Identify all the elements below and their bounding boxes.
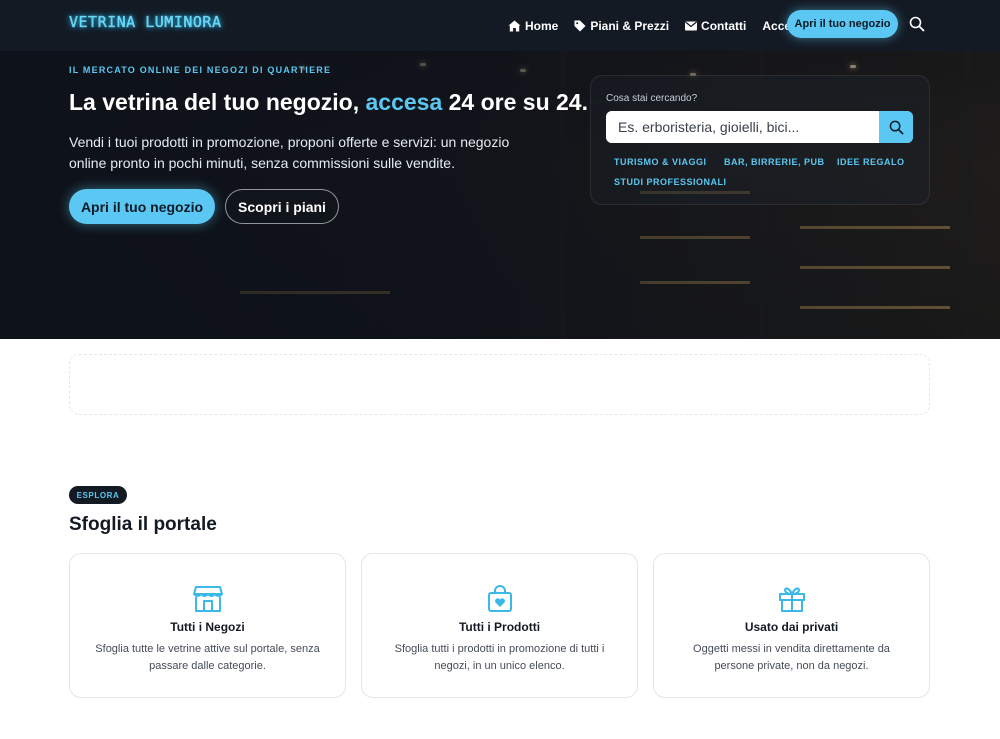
site-logo[interactable]: VETRINA LUMINORA: [69, 13, 222, 31]
nav-item-label: Home: [525, 18, 559, 33]
hero-title-accent: accesa: [365, 89, 443, 115]
chip-bar[interactable]: BAR, BIRRERIE, PUB: [724, 157, 825, 167]
card-title: Tutti i Prodotti: [458, 620, 541, 634]
nav-item-pricing[interactable]: Piani & Prezzi: [574, 19, 669, 33]
shopping-bag-heart-icon: [487, 585, 513, 618]
nav-item-label: Contatti: [701, 18, 747, 33]
card-description: Sfoglia tutti i prodotti in promozione d…: [394, 643, 605, 672]
hero-search-input[interactable]: [606, 111, 879, 143]
tag-icon: [574, 20, 586, 31]
card-all-shops[interactable]: Tutti i Negozi Sfoglia tutte le vetrine …: [69, 553, 346, 698]
search-label: Cosa stai cercando?: [606, 93, 698, 104]
main-nav: Home Piani & Prezzi Contatti Accedi: [508, 0, 818, 51]
card-title: Tutti i Negozi: [170, 620, 245, 634]
chip-studi[interactable]: STUDI PROFESSIONALI: [614, 177, 727, 187]
nav-item-contacts[interactable]: Contatti: [685, 19, 746, 33]
card-all-products[interactable]: Tutti i Prodotti Sfoglia tutti i prodott…: [361, 553, 638, 698]
discover-plans-button[interactable]: Scopri i piani: [225, 189, 339, 224]
hero-search-box: [606, 111, 913, 143]
hero-title: La vetrina del tuo negozio, accesa 24 or…: [69, 89, 588, 116]
hero-title-start: La vetrina del tuo negozio,: [69, 89, 366, 115]
hero-subtitle: Vendi i tuoi prodotti in promozione, pro…: [69, 134, 510, 171]
chip-turismo[interactable]: TURISMO & VIAGGI: [614, 157, 707, 167]
search-icon[interactable]: [909, 16, 925, 37]
card-title: Usato dai privati: [744, 620, 839, 634]
storefront-icon: [192, 585, 223, 618]
open-shop-nav-button[interactable]: Apri il tuo negozio: [787, 10, 898, 38]
card-description: Sfoglia tutte le vetrine attive sul port…: [95, 643, 320, 672]
section-pill: ESPLORA: [69, 486, 127, 504]
nav-item-label: Piani & Prezzi: [590, 18, 670, 33]
top-navbar: VETRINA LUMINORA Home Piani & Prezzi Con…: [0, 0, 1000, 51]
section-title: Sfoglia il portale: [69, 514, 217, 535]
card-description: Oggetti messi in vendita direttamente da…: [693, 643, 890, 672]
ad-placeholder: [69, 354, 930, 415]
home-icon: [508, 20, 521, 31]
hero-search-button[interactable]: [879, 111, 913, 143]
chip-idee-regalo[interactable]: IDEE REGALO: [837, 157, 905, 167]
gift-icon: [778, 585, 806, 618]
search-icon: [889, 120, 903, 134]
hero-eyebrow: IL MERCATO ONLINE DEI NEGOZI DI QUARTIER…: [69, 65, 332, 75]
open-shop-button[interactable]: Apri il tuo negozio: [69, 189, 215, 224]
card-used-private[interactable]: Usato dai privati Oggetti messi in vendi…: [653, 553, 930, 698]
hero-title-end: 24 ore su 24.: [442, 89, 588, 115]
envelope-icon: [685, 21, 698, 30]
nav-item-home[interactable]: Home: [508, 19, 558, 33]
